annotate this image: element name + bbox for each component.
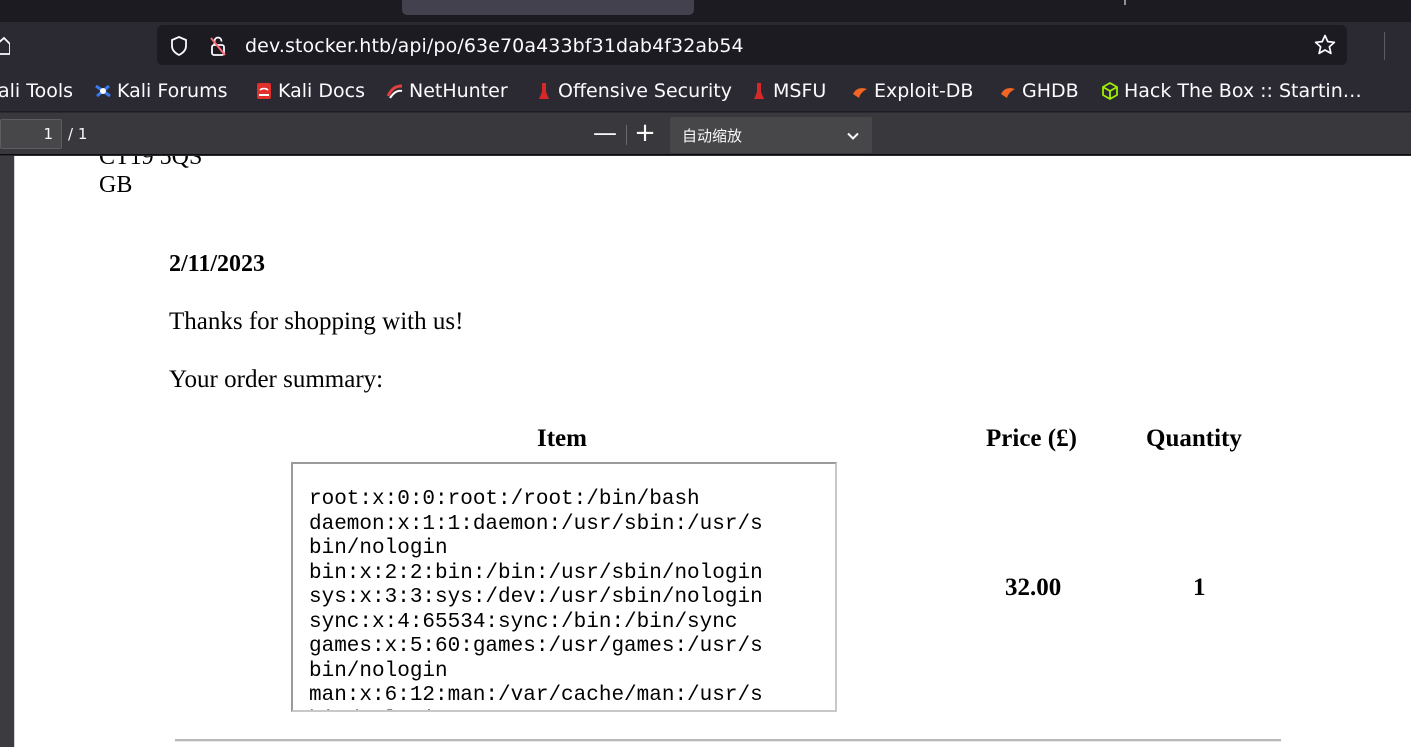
bookmark-label: Kali Docs bbox=[278, 80, 365, 102]
page-count: / 1 bbox=[68, 125, 88, 143]
navigation-bar: dev.stocker.htb/api/po/63e70a433bf31dab4… bbox=[0, 22, 1411, 70]
zoom-out-button[interactable]: — bbox=[590, 119, 620, 149]
sidebar-edge bbox=[0, 156, 14, 747]
tab-strip bbox=[0, 0, 1411, 22]
column-header-price: Price (£) bbox=[986, 425, 1077, 452]
pdf-viewer[interactable]: CT19 5QS GB 2/11/2023 Thanks for shoppin… bbox=[0, 156, 1411, 747]
home-icon[interactable] bbox=[0, 35, 11, 55]
pdf-page: CT19 5QS GB 2/11/2023 Thanks for shoppin… bbox=[15, 156, 1411, 747]
msfu-icon bbox=[750, 82, 768, 100]
url-bar[interactable]: dev.stocker.htb/api/po/63e70a433bf31dab4… bbox=[157, 25, 1347, 65]
bookmarks-bar: ali Tools Kali Forums Kali Docs NetHunte… bbox=[0, 70, 1411, 112]
bookmark-star-icon[interactable] bbox=[1313, 33, 1337, 57]
zoom-select[interactable]: 自动缩放 bbox=[670, 117, 872, 153]
kali-docs-icon bbox=[255, 82, 273, 100]
column-header-quantity: Quantity bbox=[1146, 425, 1242, 452]
bookmark-kali-forums[interactable]: Kali Forums bbox=[94, 78, 228, 104]
bookmark-exploit-db[interactable]: Exploit-DB bbox=[851, 78, 973, 104]
bookmark-label: ali Tools bbox=[0, 80, 74, 102]
insecure-lock-icon[interactable] bbox=[208, 35, 228, 57]
bookmark-msfu[interactable]: MSFU bbox=[750, 78, 826, 104]
pdf-toolbar: 1 / 1 — + 自动缩放 bbox=[0, 113, 1411, 155]
column-header-item: Item bbox=[537, 425, 587, 452]
kali-forums-icon bbox=[94, 82, 112, 100]
address-country: GB bbox=[99, 172, 133, 198]
address-postcode: CT19 5QS bbox=[99, 156, 203, 170]
item-file-contents: root:x:0:0:root:/root:/bin/bash daemon:x… bbox=[309, 488, 763, 710]
bookmark-kali-tools[interactable]: ali Tools bbox=[0, 78, 73, 104]
bookmark-label: Hack The Box :: Startin… bbox=[1124, 80, 1362, 102]
tab-strip-marker bbox=[1124, 0, 1126, 5]
nethunter-icon bbox=[386, 82, 404, 100]
bookmark-label: NetHunter bbox=[409, 80, 508, 102]
item-price: 32.00 bbox=[1005, 574, 1062, 601]
bookmark-label: GHDB bbox=[1022, 80, 1079, 102]
bookmark-label: Exploit-DB bbox=[874, 80, 974, 102]
bookmark-ghdb[interactable]: GHDB bbox=[999, 78, 1079, 104]
item-quantity: 1 bbox=[1193, 574, 1206, 601]
bookmark-hack-the-box[interactable]: Hack The Box :: Startin… bbox=[1101, 78, 1362, 104]
chevron-down-icon bbox=[846, 128, 860, 142]
shield-icon[interactable] bbox=[169, 35, 189, 57]
offsec-icon bbox=[535, 82, 553, 100]
item-iframe-box[interactable]: root:x:0:0:root:/root:/bin/bash daemon:x… bbox=[291, 462, 837, 712]
order-summary-label: Your order summary: bbox=[169, 366, 384, 393]
zoom-in-button[interactable]: + bbox=[630, 119, 660, 149]
bookmark-nethunter[interactable]: NetHunter bbox=[386, 78, 508, 104]
thanks-message: Thanks for shopping with us! bbox=[169, 308, 464, 335]
active-tab[interactable] bbox=[402, 0, 694, 15]
url-text[interactable]: dev.stocker.htb/api/po/63e70a433bf31dab4… bbox=[245, 35, 744, 57]
htb-icon bbox=[1101, 82, 1119, 100]
bookmark-label: Offensive Security bbox=[558, 80, 732, 102]
exploitdb-icon bbox=[851, 82, 869, 100]
order-date: 2/11/2023 bbox=[169, 251, 266, 277]
zoom-separator bbox=[626, 125, 627, 145]
ghdb-icon bbox=[999, 82, 1017, 100]
bookmark-kali-docs[interactable]: Kali Docs bbox=[255, 78, 365, 104]
toolbar-separator bbox=[1384, 32, 1385, 60]
bookmark-offensive-security[interactable]: Offensive Security bbox=[535, 78, 732, 104]
zoom-select-value: 自动缩放 bbox=[682, 127, 743, 145]
horizontal-rule bbox=[175, 739, 1281, 742]
bookmark-label: MSFU bbox=[773, 80, 827, 102]
page-number-input[interactable]: 1 bbox=[0, 119, 62, 149]
bookmark-label: Kali Forums bbox=[117, 80, 228, 102]
